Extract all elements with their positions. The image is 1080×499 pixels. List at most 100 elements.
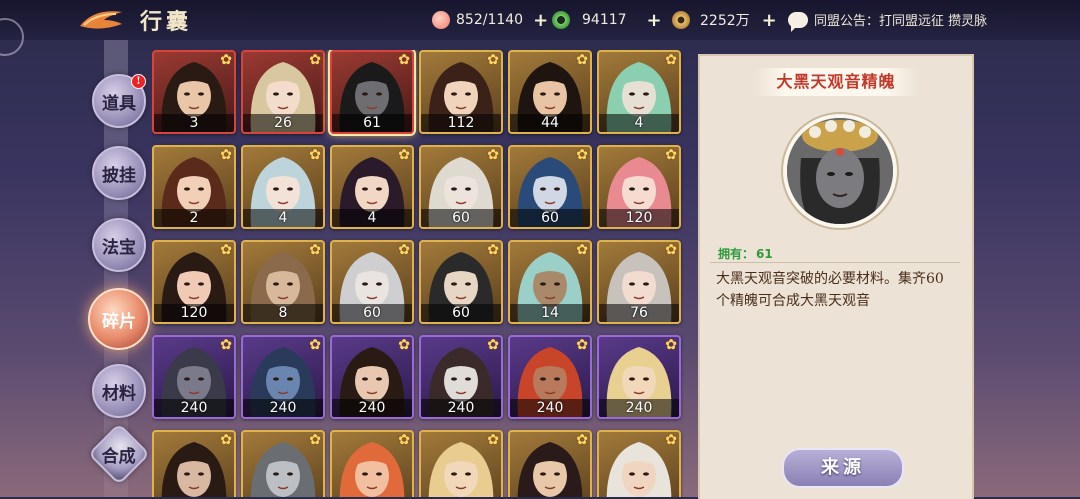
fragment-count: 4 bbox=[332, 209, 412, 227]
fragment-count: 240 bbox=[332, 399, 412, 417]
item-name: 大黑天观音精魄 bbox=[754, 68, 918, 96]
tab-materials-label: 材料 bbox=[102, 383, 136, 404]
fragment-card[interactable]: ✿ 240 bbox=[241, 335, 325, 419]
chat-bubble-icon bbox=[788, 11, 808, 32]
source-button[interactable]: 来源 bbox=[782, 448, 904, 488]
fragment-count: 4 bbox=[243, 209, 323, 227]
star-icon: ✿ bbox=[309, 432, 321, 448]
jade-value: 94117 bbox=[582, 12, 627, 28]
star-icon: ✿ bbox=[309, 337, 321, 353]
fragment-card[interactable]: ✿ 4 bbox=[597, 50, 681, 134]
star-icon: ✿ bbox=[309, 52, 321, 68]
character-portrait-icon bbox=[787, 118, 893, 224]
star-icon: ✿ bbox=[220, 52, 232, 68]
star-icon: ✿ bbox=[487, 242, 499, 258]
fragment-card[interactable]: ✿ 60 bbox=[330, 240, 414, 324]
fragment-count: 44 bbox=[510, 114, 590, 132]
back-emblem-icon[interactable] bbox=[78, 6, 126, 34]
corner-ornament bbox=[0, 18, 24, 56]
add-coin-button[interactable]: + bbox=[762, 10, 777, 31]
fragment-card[interactable]: ✿ bbox=[597, 430, 681, 497]
star-icon: ✿ bbox=[487, 432, 499, 448]
fragment-card[interactable]: ✿ bbox=[241, 430, 325, 497]
fragment-card[interactable]: ✿ 4 bbox=[330, 145, 414, 229]
stamina-value: 852/1140 bbox=[456, 12, 524, 28]
fragment-card[interactable]: ✿ 60 bbox=[419, 145, 503, 229]
fragment-card[interactable]: ✿ 120 bbox=[152, 240, 236, 324]
fragment-card[interactable]: ✿ 14 bbox=[508, 240, 592, 324]
star-icon: ✿ bbox=[665, 147, 677, 163]
fragment-count: 3 bbox=[154, 114, 234, 132]
fragment-card[interactable]: ✿ 2 bbox=[152, 145, 236, 229]
fragment-card[interactable]: ✿ bbox=[508, 430, 592, 497]
fragment-count: 240 bbox=[154, 399, 234, 417]
tab-synthesis-label: 合成 bbox=[102, 446, 136, 467]
fragment-count: 76 bbox=[599, 304, 679, 322]
fragment-count: 2 bbox=[154, 209, 234, 227]
fragment-card[interactable]: ✿ 76 bbox=[597, 240, 681, 324]
tab-materials[interactable]: 材料 bbox=[92, 364, 146, 418]
fragment-card[interactable]: ✿ 240 bbox=[330, 335, 414, 419]
tab-equipment[interactable]: 披挂 bbox=[92, 146, 146, 200]
add-jade-button[interactable]: + bbox=[647, 10, 662, 31]
fragment-card[interactable]: ✿ 8 bbox=[241, 240, 325, 324]
fragment-card[interactable]: ✿ 240 bbox=[419, 335, 503, 419]
owned-label: 拥有： bbox=[718, 247, 755, 261]
fragment-card[interactable]: ✿ 44 bbox=[508, 50, 592, 134]
coin-value: 2252万 bbox=[700, 13, 750, 29]
star-icon: ✿ bbox=[398, 52, 410, 68]
detail-panel: 大黑天观音精魄 拥有： 61 大黑天观音突破的必要材料。集齐60个精魄可合成大黑天… bbox=[698, 54, 974, 499]
item-portrait bbox=[783, 114, 897, 228]
fragment-card[interactable]: ✿ 112 bbox=[419, 50, 503, 134]
fragment-count: 120 bbox=[154, 304, 234, 322]
tab-synthesis[interactable]: 合成 bbox=[87, 422, 151, 486]
fragment-card[interactable]: ✿ bbox=[419, 430, 503, 497]
tab-fragments[interactable]: 碎片 bbox=[88, 288, 150, 350]
fragment-card[interactable]: ✿ bbox=[152, 430, 236, 497]
fragment-count: 60 bbox=[421, 304, 501, 322]
fragment-count: 60 bbox=[510, 209, 590, 227]
tab-fragments-label: 碎片 bbox=[102, 311, 136, 332]
fragment-card[interactable]: ✿ 3 bbox=[152, 50, 236, 134]
star-icon: ✿ bbox=[576, 52, 588, 68]
divider bbox=[710, 262, 960, 263]
page-title: 行囊 bbox=[140, 9, 193, 35]
fragment-card[interactable]: ✿ 60 bbox=[419, 240, 503, 324]
tab-equipment-label: 披挂 bbox=[102, 165, 136, 186]
fragment-card[interactable]: ✿ 26 bbox=[241, 50, 325, 134]
star-icon: ✿ bbox=[398, 337, 410, 353]
star-icon: ✿ bbox=[398, 147, 410, 163]
fragment-card[interactable]: ✿ bbox=[330, 430, 414, 497]
coin-icon bbox=[672, 11, 690, 29]
fragment-count: 26 bbox=[243, 114, 323, 132]
alert-badge-icon: ! bbox=[131, 74, 146, 89]
tab-treasure-label: 法宝 bbox=[102, 237, 136, 258]
fragment-card[interactable]: ✿ 240 bbox=[597, 335, 681, 419]
coin-counter: 2252万 + bbox=[672, 10, 777, 31]
star-icon: ✿ bbox=[576, 337, 588, 353]
alliance-notice[interactable]: 同盟公告：打同盟远征 攒灵脉 bbox=[788, 10, 987, 32]
add-stamina-button[interactable]: + bbox=[533, 10, 548, 31]
star-icon: ✿ bbox=[220, 337, 232, 353]
owned-count: 拥有： 61 bbox=[716, 245, 773, 262]
star-icon: ✿ bbox=[398, 432, 410, 448]
fragment-card[interactable]: ✿ 60 bbox=[508, 145, 592, 229]
fragment-count: 240 bbox=[599, 399, 679, 417]
star-icon: ✿ bbox=[576, 242, 588, 258]
fragment-card[interactable]: ✿ 61 bbox=[330, 50, 414, 134]
tab-treasure[interactable]: 法宝 bbox=[92, 218, 146, 272]
fragment-card[interactable]: ✿ 120 bbox=[597, 145, 681, 229]
fragment-count: 240 bbox=[510, 399, 590, 417]
top-bar: 行囊 852/1140 + 94117 + 2252万 + 同盟公告：打同盟远征… bbox=[0, 0, 1080, 56]
fragment-count: 60 bbox=[332, 304, 412, 322]
star-icon: ✿ bbox=[665, 432, 677, 448]
fragment-count: 240 bbox=[243, 399, 323, 417]
tab-items[interactable]: 道具 ! bbox=[92, 74, 146, 128]
star-icon: ✿ bbox=[487, 147, 499, 163]
item-description: 大黑天观音突破的必要材料。集齐60个精魄可合成大黑天观音 bbox=[716, 271, 944, 309]
fragment-card[interactable]: ✿ 4 bbox=[241, 145, 325, 229]
fragment-card[interactable]: ✿ 240 bbox=[508, 335, 592, 419]
fragment-card[interactable]: ✿ 240 bbox=[152, 335, 236, 419]
star-icon: ✿ bbox=[576, 147, 588, 163]
star-icon: ✿ bbox=[665, 337, 677, 353]
